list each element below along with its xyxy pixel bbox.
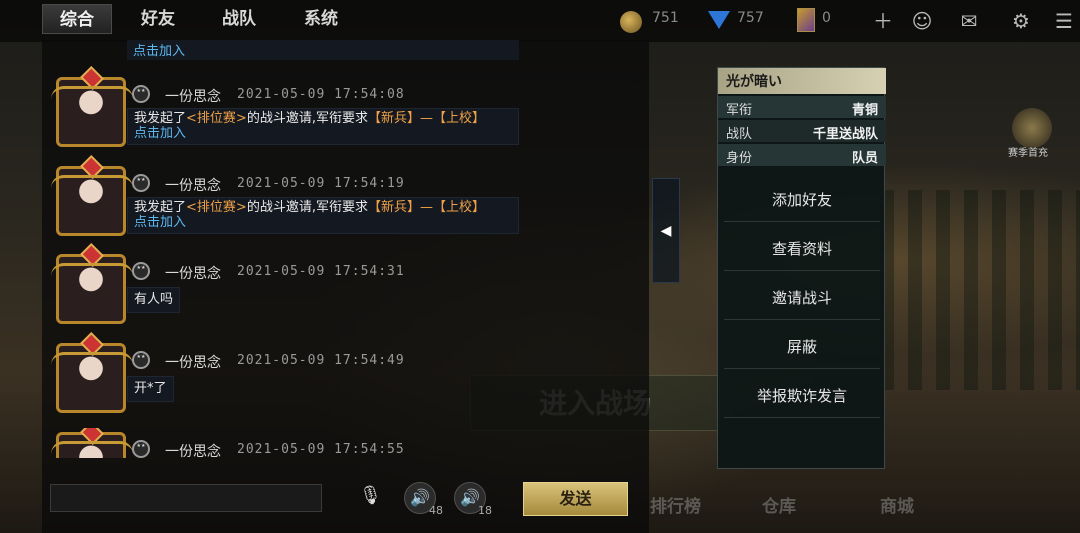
rank-icon bbox=[132, 351, 150, 369]
profile-name: 光が暗い bbox=[718, 68, 886, 94]
message-bubble: 开*了 bbox=[127, 376, 174, 402]
block-button[interactable]: 屏蔽 bbox=[724, 325, 880, 369]
join-link[interactable]: 点击加入 bbox=[134, 215, 186, 230]
partial-message: 点击加入 bbox=[127, 40, 519, 60]
chat-message: 一份思念 2021-05-09 17:54:55 bbox=[42, 428, 649, 458]
add-friend-button[interactable]: 添加好友 bbox=[724, 178, 880, 222]
message-time: 2021-05-09 17:54:55 bbox=[237, 442, 405, 457]
season-icon[interactable] bbox=[1012, 108, 1052, 148]
chat-input-bar: 🎙 🔊 48 🔊 18 发送 bbox=[42, 470, 649, 533]
tab-general[interactable]: 综合 bbox=[42, 4, 112, 34]
card-icon bbox=[797, 8, 815, 32]
tab-friends[interactable]: 好友 bbox=[123, 4, 193, 34]
chat-message: 一份思念 2021-05-09 17:54:31 有人吗 bbox=[42, 250, 649, 332]
friends-icon[interactable]: ☺ bbox=[910, 9, 934, 33]
message-bubble: 有人吗 bbox=[127, 287, 181, 313]
message-time: 2021-05-09 17:54:19 bbox=[237, 176, 405, 191]
avatar[interactable] bbox=[51, 432, 133, 458]
bg-nav-shop[interactable]: 商城 bbox=[880, 492, 914, 517]
avatar[interactable] bbox=[51, 166, 133, 236]
message-bubble: 我发起了<排位赛>的战斗邀请,军衔要求【新兵】—【上校】 点击加入 bbox=[127, 197, 519, 234]
send-button[interactable]: 发送 bbox=[523, 482, 628, 516]
invite-battle-button[interactable]: 邀请战斗 bbox=[724, 276, 880, 320]
profile-row-role: 身份 队员 bbox=[718, 144, 886, 166]
gem-icon bbox=[708, 11, 730, 29]
tab-team[interactable]: 战队 bbox=[204, 4, 274, 34]
profile-row-team: 战队 千里送战队 bbox=[718, 120, 886, 142]
speaker-count-2: 18 bbox=[478, 504, 492, 517]
season-label: 赛季首充 bbox=[1008, 148, 1048, 159]
bg-nav-warehouse[interactable]: 仓库 bbox=[762, 492, 796, 517]
sender-name: 一份思念 bbox=[165, 266, 221, 282]
tab-system[interactable]: 系统 bbox=[286, 4, 356, 34]
collapse-chat-toggle[interactable]: ◀ bbox=[652, 178, 680, 283]
chat-input[interactable] bbox=[50, 484, 322, 512]
plus-icon[interactable]: ＋ bbox=[871, 9, 895, 33]
mail-icon[interactable]: ✉ bbox=[957, 9, 981, 33]
sender-name: 一份思念 bbox=[165, 355, 221, 371]
join-link[interactable]: 点击加入 bbox=[134, 126, 186, 141]
bg-nav-ranking[interactable]: 排行榜 bbox=[650, 492, 701, 517]
message-time: 2021-05-09 17:54:31 bbox=[237, 264, 405, 279]
forest-decoration bbox=[880, 190, 1080, 390]
microphone-icon[interactable]: 🎙 bbox=[359, 485, 382, 511]
gear-icon[interactable]: ⚙ bbox=[1009, 9, 1033, 33]
chat-panel: 点击加入 一份思念 2021-05-09 17:54:08 我发起了<排位赛>的… bbox=[42, 40, 649, 533]
sender-name: 一份思念 bbox=[165, 178, 221, 194]
card-count: 0 bbox=[822, 10, 831, 26]
gem-count: 757 bbox=[737, 10, 764, 26]
message-time: 2021-05-09 17:54:08 bbox=[237, 87, 405, 102]
report-fraud-button[interactable]: 举报欺诈发言 bbox=[724, 374, 880, 418]
rank-icon bbox=[132, 85, 150, 103]
avatar[interactable] bbox=[51, 343, 133, 413]
sender-name: 一份思念 bbox=[165, 89, 221, 105]
menu-icon[interactable]: ☰ bbox=[1052, 9, 1076, 33]
player-profile-card: 光が暗い 军衔 青铜 战队 千里送战队 身份 队员 添加好友 查看资料 邀请战斗 屏蔽… bbox=[717, 67, 886, 469]
speaker-count-1: 48 bbox=[429, 504, 443, 517]
avatar[interactable] bbox=[51, 254, 133, 324]
sender-name: 一份思念 bbox=[165, 444, 221, 458]
chat-message: 一份思念 2021-05-09 17:54:08 我发起了<排位赛>的战斗邀请,… bbox=[42, 73, 649, 155]
profile-row-rank: 军衔 青铜 bbox=[718, 96, 886, 118]
rank-icon bbox=[132, 262, 150, 280]
view-profile-button[interactable]: 查看资料 bbox=[724, 227, 880, 271]
partial-join-link[interactable]: 点击加入 bbox=[133, 40, 185, 59]
message-bubble: 我发起了<排位赛>的战斗邀请,军衔要求【新兵】—【上校】 点击加入 bbox=[127, 108, 519, 145]
rank-icon bbox=[132, 440, 150, 458]
avatar[interactable] bbox=[51, 77, 133, 147]
coin-count: 751 bbox=[652, 10, 679, 26]
top-bar: 综合 好友 战队 系统 751 757 0 ＋ ☺ ✉ ⚙ ☰ bbox=[0, 0, 1080, 42]
chat-message: 一份思念 2021-05-09 17:54:19 我发起了<排位赛>的战斗邀请,… bbox=[42, 162, 649, 244]
chat-message: 一份思念 2021-05-09 17:54:49 开*了 bbox=[42, 339, 649, 421]
coin-icon bbox=[620, 11, 642, 33]
message-time: 2021-05-09 17:54:49 bbox=[237, 353, 405, 368]
rank-icon bbox=[132, 174, 150, 192]
